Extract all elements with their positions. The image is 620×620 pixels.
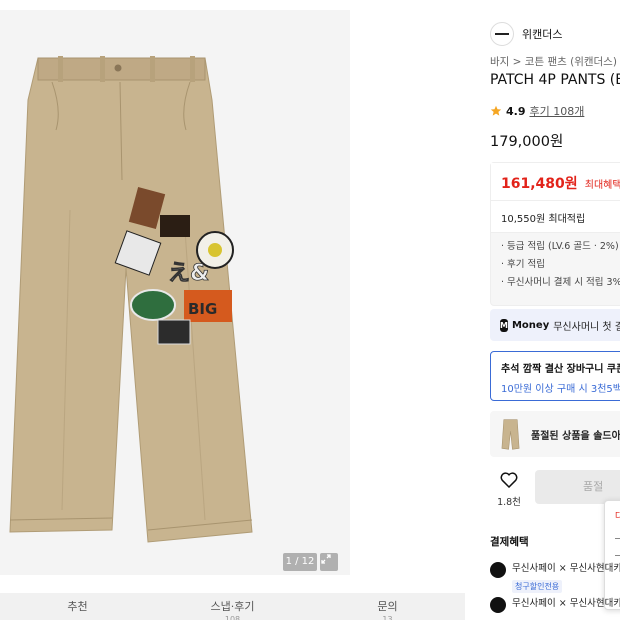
coupon-title: 추석 깜짝 결산 장바구니 쿠폰 [501,364,620,375]
sold-out-button[interactable]: 품절 [535,470,620,504]
tab-snap-review[interactable]: 스냅·후기 108 [155,593,310,620]
product-title: PATCH 4P PANTS (BEIGE) [490,72,620,88]
tab-inquiry[interactable]: 문의 13 [310,593,465,620]
payment-benefit-item[interactable]: 무신사페이 × 무신사현대카드 청구할인전용 [490,560,620,593]
musinsa-logo-icon [490,562,506,578]
image-counter: 1 / 12 [283,553,317,571]
sale-price: 161,480원 [501,176,578,192]
svg-text:え&: え& [168,261,209,286]
heart-icon [500,472,518,489]
rating[interactable]: 4.9 후기 108개 [490,103,584,119]
expand-icon[interactable] [320,553,338,571]
product-info-panel: 위캔더스 바지 > 코튼 팬츠 (위캔더스) PATCH 4P PANTS (B… [478,10,620,620]
points-list: · 등급 적립 (LV.6 골드 · 2%) · 후기 적립 · 무신사머니 결… [491,233,620,292]
breadcrumb[interactable]: 바지 > 코튼 팬츠 (위캔더스) [490,54,617,69]
money-text: 무신사머니 첫 결제 [553,321,620,333]
floating-popup[interactable]: 다 [604,500,620,610]
sale-label: 최대혜택가 [584,180,620,191]
product-thumbnail [501,419,520,450]
points-item: · 후기 적립 [501,259,546,270]
tab-recommend[interactable]: 추천 [0,593,155,620]
coupon-banner[interactable]: 추석 깜짝 결산 장바구니 쿠폰 10만원 이상 구매 시 3천5백원 [490,351,620,401]
points-item: · 등급 적립 (LV.6 골드 · 2%) [501,241,619,252]
restock-banner[interactable]: 품절된 상품을 솔드아웃 [490,411,620,457]
benefit-box[interactable]: 161,480원 최대혜택가 10,550원 최대적립 · 등급 적립 (LV.… [490,162,620,306]
musinsa-money-banner[interactable]: M Money 무신사머니 첫 결제 [490,309,620,341]
max-points: 10,550원 최대적립 [491,201,620,233]
musinsa-logo-icon [490,597,506,613]
coupon-subtitle: 10만원 이상 구매 시 3천5백원 [501,384,620,395]
popup-text: 다 [615,509,620,522]
payment-benefits-title: 결제혜택 [490,536,529,548]
money-icon: M [500,318,508,332]
brand-name: 위캔더스 [522,28,563,41]
star-icon [490,105,502,116]
points-item: · 무신사머니 결제 시 적립 3% [501,277,620,288]
product-image: え& BIG [9,56,253,543]
rating-score: 4.9 [506,104,526,118]
original-price: 179,000원 [490,134,564,150]
svg-text:BIG: BIG [188,300,217,318]
payment-benefit-item[interactable]: 무신사페이 × 무신사현대카드 [490,595,620,613]
brand-link[interactable]: 위캔더스 [490,22,562,46]
product-image-gallery[interactable]: え& BIG 1 / 12 [0,10,350,575]
like-button[interactable]: 1.8천 [490,472,528,508]
like-count: 1.8천 [497,497,521,508]
payment-tag: 청구할인전용 [512,580,563,593]
restock-text: 품절된 상품을 솔드아웃 [531,430,620,442]
brand-logo [490,22,514,46]
review-count-link[interactable]: 후기 108개 [530,103,585,119]
money-name: Money [511,319,550,331]
detail-tabs: 추천 스냅·후기 108 문의 13 [0,593,465,620]
